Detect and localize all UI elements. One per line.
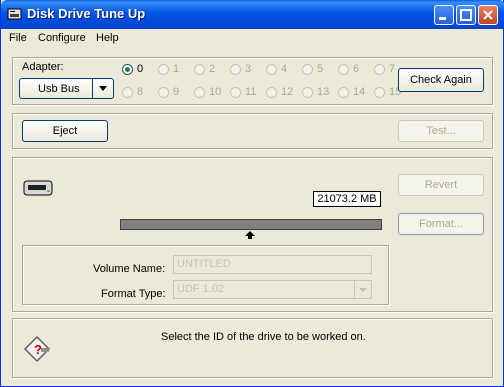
scsi-id-label: 3 xyxy=(245,63,252,75)
scsi-id-radio[interactable] xyxy=(230,64,241,75)
scsi-id-radio[interactable] xyxy=(374,64,385,75)
format-type-dropdown-button[interactable] xyxy=(354,281,371,298)
close-icon xyxy=(483,10,493,20)
scsi-id-radio[interactable] xyxy=(230,87,241,98)
chevron-down-icon xyxy=(359,288,367,292)
menu-file[interactable]: File xyxy=(9,32,27,44)
scsi-id-label: 14 xyxy=(353,86,366,98)
check-again-button[interactable]: Check Again xyxy=(398,68,484,92)
disk-drive-app-icon xyxy=(7,8,22,20)
help-icon: ? xyxy=(23,335,51,363)
scsi-id-label: 1 xyxy=(173,63,180,75)
adapter-select-value: Usb Bus xyxy=(38,83,80,95)
scsi-id-label: 4 xyxy=(281,63,288,75)
menu-configure[interactable]: Configure xyxy=(38,32,86,44)
eject-button[interactable]: Eject xyxy=(22,120,108,142)
scsi-id-label: 9 xyxy=(173,86,180,98)
format-type-select[interactable]: UDF 1.02 xyxy=(173,280,372,299)
scsi-id-label: 7 xyxy=(389,63,396,75)
adapter-group: Adapter: Usb Bus 0 1 2 3 4 5 6 7 8 9 10 11 12 13 14 15 … xyxy=(12,57,493,105)
adapter-label: Adapter: xyxy=(22,61,64,73)
adapter-dropdown-button[interactable] xyxy=(92,79,113,98)
adapter-select[interactable]: Usb Bus xyxy=(19,78,114,99)
test-button[interactable]: Test... xyxy=(398,120,484,142)
format-button[interactable]: Format... xyxy=(398,213,484,235)
format-type-label: Format Type: xyxy=(101,288,166,300)
title-bar[interactable]: Disk Drive Tune Up xyxy=(1,0,504,29)
close-button[interactable] xyxy=(478,5,498,25)
scsi-id-label: 12 xyxy=(281,86,294,98)
scsi-id-radio[interactable] xyxy=(302,87,313,98)
scsi-id-radio[interactable] xyxy=(194,87,205,98)
scsi-id-label: 10 xyxy=(209,86,222,98)
scsi-id-label: 8 xyxy=(137,86,144,98)
scsi-id-radio[interactable] xyxy=(266,87,277,98)
actions-group: Eject Test... xyxy=(12,113,493,149)
scsi-id-label: 0 xyxy=(137,63,144,75)
scsi-id-radio[interactable] xyxy=(194,64,205,75)
window-title: Disk Drive Tune Up xyxy=(27,6,146,21)
status-message: Select the ID of the drive to be worked … xyxy=(161,331,366,343)
scsi-id-radio[interactable] xyxy=(338,64,349,75)
scsi-id-radio[interactable] xyxy=(158,87,169,98)
scsi-id-label: 2 xyxy=(209,63,216,75)
chevron-down-icon xyxy=(99,86,107,91)
scsi-id-label: 13 xyxy=(317,86,330,98)
maximize-icon xyxy=(460,9,472,21)
minimize-button[interactable] xyxy=(434,5,454,25)
svg-text:?: ? xyxy=(34,342,42,357)
scsi-id-label: 6 xyxy=(353,63,360,75)
scsi-id-radio[interactable] xyxy=(158,64,169,75)
status-panel: ? Select the ID of the drive to be worke… xyxy=(12,318,493,378)
drive-size-label: 21073.2 MB xyxy=(313,191,381,207)
scsi-id-label: 5 xyxy=(317,63,324,75)
scsi-id-radio[interactable] xyxy=(266,64,277,75)
scsi-id-radio[interactable] xyxy=(122,87,133,98)
minimize-icon xyxy=(439,17,446,20)
volume-name-field[interactable]: UNTITLED xyxy=(173,255,372,274)
menu-bar: File Configure Help xyxy=(1,29,504,48)
revert-button[interactable]: Revert xyxy=(398,174,484,196)
scsi-id-radio[interactable] xyxy=(302,64,313,75)
volume-group: Volume Name: UNTITLED Format Type: UDF 1… xyxy=(22,245,389,305)
menu-help[interactable]: Help xyxy=(96,32,119,44)
volume-name-label: Volume Name: xyxy=(93,263,166,275)
partition-bar[interactable] xyxy=(120,219,382,230)
drive-icon xyxy=(23,180,53,196)
drive-group: 21073.2 MB Revert Format... Volume Name:… xyxy=(12,157,493,312)
scsi-id-label: 11 xyxy=(245,86,257,98)
scsi-id-radio[interactable] xyxy=(338,87,349,98)
app-window: Disk Drive Tune Up File Configure Help A… xyxy=(0,0,504,387)
partition-marker-icon[interactable] xyxy=(244,230,256,240)
scsi-id-radio[interactable] xyxy=(122,64,133,75)
scsi-id-radio[interactable] xyxy=(374,87,385,98)
format-type-value: UDF 1.02 xyxy=(177,283,225,295)
maximize-button[interactable] xyxy=(456,5,476,25)
